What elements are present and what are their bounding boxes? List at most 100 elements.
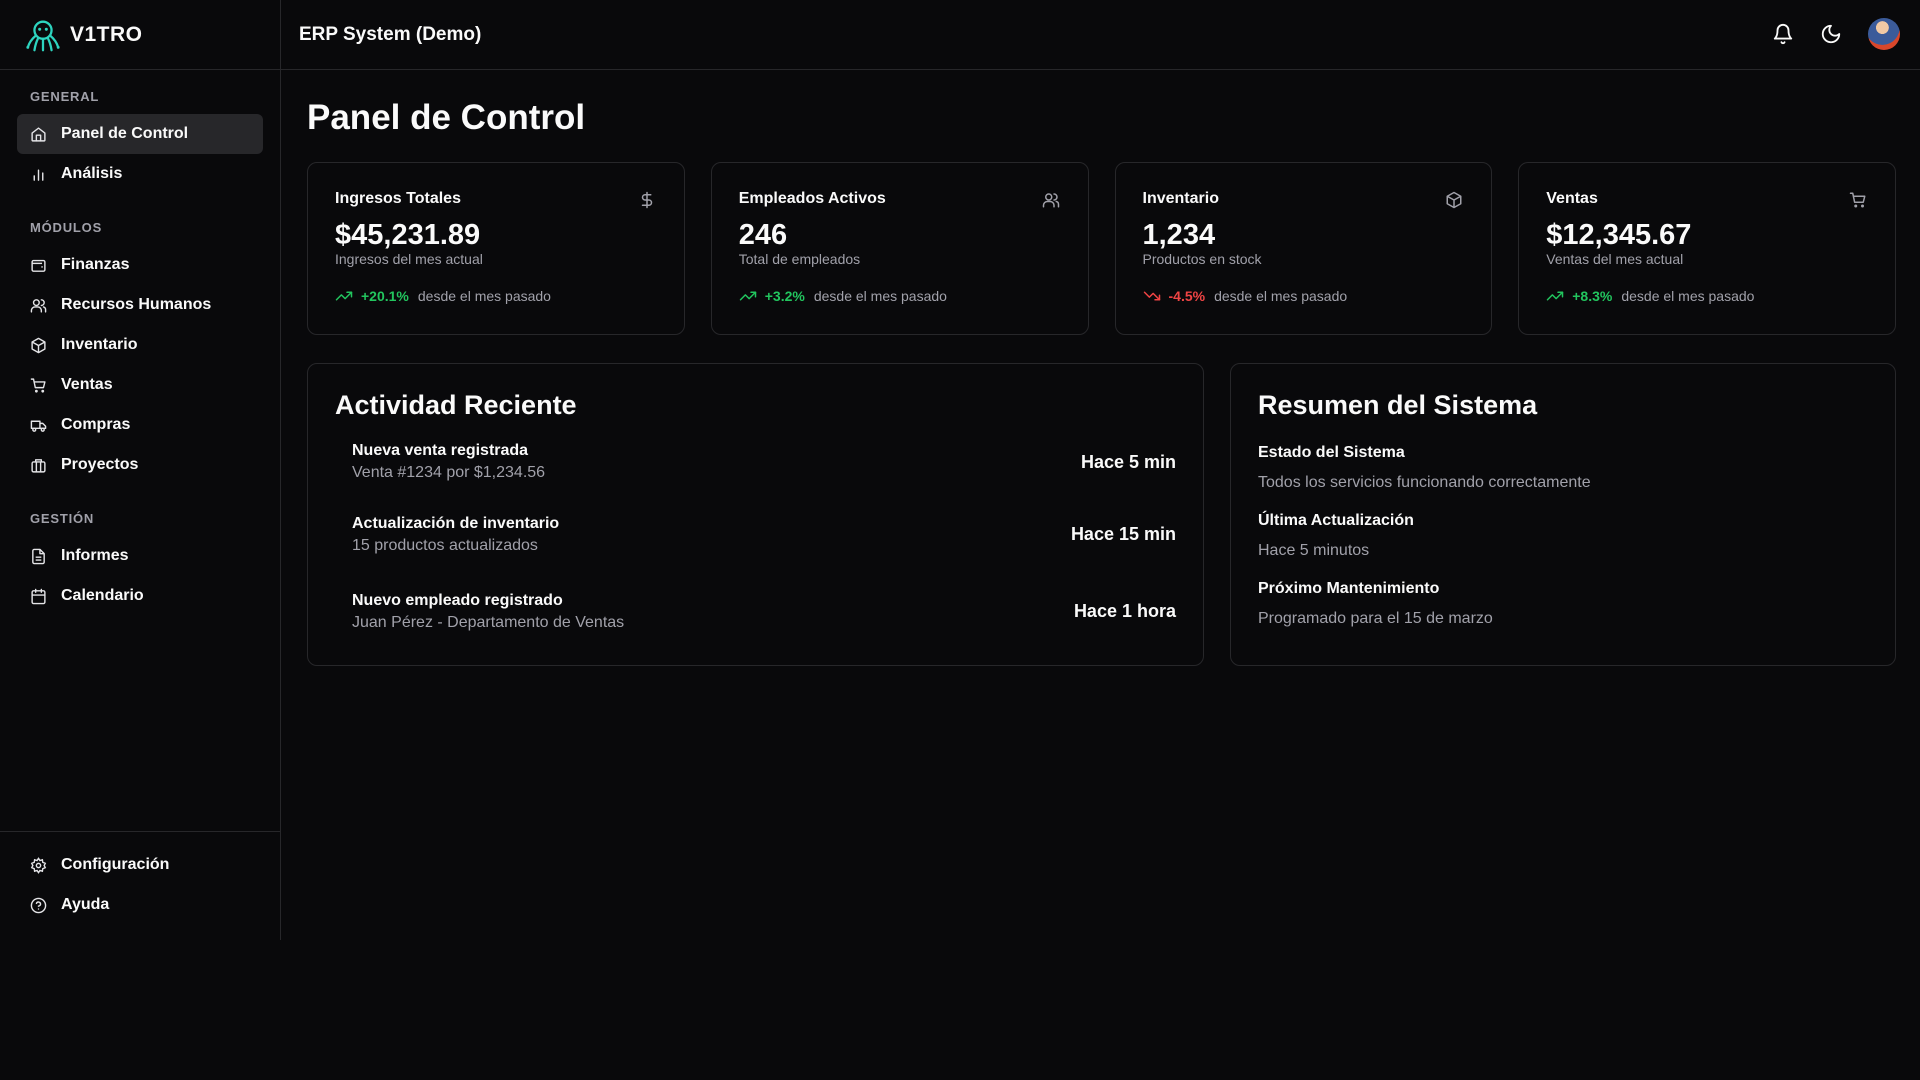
activity-list: Nueva venta registrada Venta #1234 por $… bbox=[335, 428, 1176, 650]
users-icon bbox=[1042, 193, 1059, 208]
stat-value: 1,234 bbox=[1142, 219, 1216, 251]
trend-text: desde el mes pasado bbox=[813, 288, 947, 304]
truck-icon bbox=[30, 420, 47, 432]
nav-heading-gestion: GESTIÓN bbox=[30, 511, 95, 526]
stat-subtitle: Ventas del mes actual bbox=[1546, 251, 1684, 267]
help-circle-icon bbox=[30, 897, 47, 913]
panels-row: Actividad Reciente Nueva venta registrad… bbox=[307, 363, 1896, 666]
sidebar-item-ayuda[interactable]: Ayuda bbox=[17, 885, 263, 925]
trending-up-icon bbox=[335, 291, 353, 301]
avatar[interactable] bbox=[1868, 18, 1900, 50]
nav-general: GENERAL Panel de Control Análisis bbox=[0, 86, 280, 194]
nav-heading-modulos: MÓDULOS bbox=[30, 220, 103, 235]
stat-card-inventario: Inventario 1,234 Productos en stock -4.5… bbox=[1114, 162, 1493, 335]
summary-item: Estado del Sistema Todos los servicios f… bbox=[1258, 444, 1868, 492]
summary-label: Próximo Mantenimiento bbox=[1258, 580, 1440, 597]
stat-subtitle: Productos en stock bbox=[1142, 251, 1262, 267]
stat-value: $45,231.89 bbox=[335, 219, 481, 251]
stat-card-ventas: Ventas $12,345.67 Ventas del mes actual … bbox=[1518, 162, 1896, 335]
moon-icon[interactable] bbox=[1820, 23, 1842, 45]
summary-value: Todos los servicios funcionando correcta… bbox=[1258, 474, 1591, 491]
stat-value: $12,345.67 bbox=[1546, 219, 1692, 251]
panel-title: Resumen del Sistema bbox=[1258, 390, 1538, 420]
bell-icon[interactable] bbox=[1772, 23, 1794, 45]
sidebar-item-informes[interactable]: Informes bbox=[17, 536, 263, 576]
sidebar-item-inventario[interactable]: Inventario bbox=[17, 325, 263, 365]
sidebar-item-label: Calendario bbox=[61, 587, 144, 604]
app-title: ERP System (Demo) bbox=[299, 23, 482, 45]
file-text-icon bbox=[32, 548, 45, 564]
trend-value: +3.2% bbox=[764, 288, 805, 304]
sidebar-item-analisis[interactable]: Análisis bbox=[17, 154, 263, 194]
sidebar-item-recursos-humanos[interactable]: Recursos Humanos bbox=[17, 285, 263, 325]
stat-trend: +8.3% desde el mes pasado bbox=[1546, 287, 1868, 305]
cart-icon bbox=[1849, 192, 1866, 208]
activity-description: Venta #1234 por $1,234.56 bbox=[352, 464, 546, 481]
stat-title: Ventas bbox=[1546, 190, 1598, 207]
nav-modulos: MÓDULOS Finanzas Recursos Humanos Invent… bbox=[0, 217, 280, 485]
package-icon bbox=[31, 337, 46, 353]
summary-value: Programado para el 15 de marzo bbox=[1258, 610, 1493, 627]
sidebar-item-ventas[interactable]: Ventas bbox=[17, 365, 263, 405]
stats-row: Ingresos Totales $45,231.89 Ingresos del… bbox=[307, 162, 1896, 335]
sidebar-item-label: Compras bbox=[61, 416, 131, 433]
stat-card-empleados: Empleados Activos 246 Total de empleados… bbox=[710, 162, 1089, 335]
briefcase-icon bbox=[31, 458, 46, 473]
trending-down-icon bbox=[1143, 291, 1160, 301]
home-icon bbox=[31, 126, 46, 142]
trend-text: desde el mes pasado bbox=[1214, 288, 1348, 304]
summary-value: Hace 5 minutos bbox=[1258, 542, 1370, 559]
trend-value: +8.3% bbox=[1572, 288, 1613, 304]
trend-value: -4.5% bbox=[1168, 288, 1206, 304]
sidebar: V1TRO GENERAL Panel de Control Análisis … bbox=[0, 0, 281, 940]
dollar-icon bbox=[641, 191, 652, 209]
summary-item: Última Actualización Hace 5 minutos bbox=[1258, 512, 1868, 560]
activity-time: Hace 15 min bbox=[1070, 524, 1176, 544]
stat-subtitle: Ingresos del mes actual bbox=[335, 251, 483, 267]
trend-value: +20.1% bbox=[361, 288, 409, 304]
sidebar-item-label: Proyectos bbox=[61, 456, 139, 473]
stat-trend: +3.2% desde el mes pasado bbox=[739, 287, 1061, 305]
stat-title: Inventario bbox=[1142, 190, 1219, 207]
sidebar-item-compras[interactable]: Compras bbox=[17, 405, 263, 445]
sidebar-item-label: Ventas bbox=[61, 376, 113, 393]
sidebar-footer: Configuración Ayuda bbox=[0, 831, 280, 925]
brand[interactable]: V1TRO bbox=[0, 0, 280, 70]
sidebar-item-label: Informes bbox=[61, 547, 129, 564]
summary-label: Estado del Sistema bbox=[1258, 444, 1405, 461]
users-icon bbox=[30, 298, 47, 313]
stat-trend: -4.5% desde el mes pasado bbox=[1143, 287, 1465, 305]
panel-title: Actividad Reciente bbox=[335, 390, 577, 420]
sidebar-item-label: Ayuda bbox=[61, 896, 110, 913]
activity-title: Actualización de inventario bbox=[352, 514, 560, 532]
list-item: Nueva venta registrada Venta #1234 por $… bbox=[335, 428, 1176, 496]
sidebar-item-proyectos[interactable]: Proyectos bbox=[17, 445, 263, 485]
sidebar-item-label: Análisis bbox=[61, 165, 123, 182]
stat-title: Empleados Activos bbox=[738, 190, 886, 207]
sidebar-item-label: Panel de Control bbox=[61, 125, 189, 142]
sidebar-item-panel-de-control[interactable]: Panel de Control bbox=[17, 114, 263, 154]
activity-title: Nuevo empleado registrado bbox=[352, 591, 563, 609]
trend-text: desde el mes pasado bbox=[1621, 288, 1755, 304]
trending-up-icon bbox=[1547, 291, 1564, 301]
trend-text: desde el mes pasado bbox=[417, 288, 551, 304]
stat-subtitle: Total de empleados bbox=[738, 251, 861, 267]
sidebar-item-label: Inventario bbox=[61, 336, 138, 353]
activity-description: Juan Pérez - Departamento de Ventas bbox=[352, 613, 625, 631]
system-summary-panel: Resumen del Sistema Estado del Sistema T… bbox=[1230, 363, 1896, 666]
sidebar-item-finanzas[interactable]: Finanzas bbox=[17, 245, 263, 285]
wallet-icon bbox=[31, 259, 46, 272]
list-item: Nuevo empleado registrado Juan Pérez - D… bbox=[335, 573, 1176, 650]
page-title: Panel de Control bbox=[307, 98, 586, 137]
stat-value: 246 bbox=[738, 219, 788, 251]
package-icon bbox=[1446, 191, 1462, 209]
calendar-icon bbox=[31, 588, 46, 604]
sidebar-item-label: Recursos Humanos bbox=[61, 296, 212, 313]
activity-title: Nueva venta registrada bbox=[352, 442, 529, 459]
sidebar-item-calendario[interactable]: Calendario bbox=[17, 576, 263, 616]
trending-up-icon bbox=[739, 291, 756, 301]
gear-icon bbox=[30, 856, 47, 874]
sidebar-item-configuracion[interactable]: Configuración bbox=[17, 845, 263, 885]
brand-name: V1TRO bbox=[70, 22, 143, 46]
activity-time: Hace 1 hora bbox=[1073, 601, 1176, 621]
